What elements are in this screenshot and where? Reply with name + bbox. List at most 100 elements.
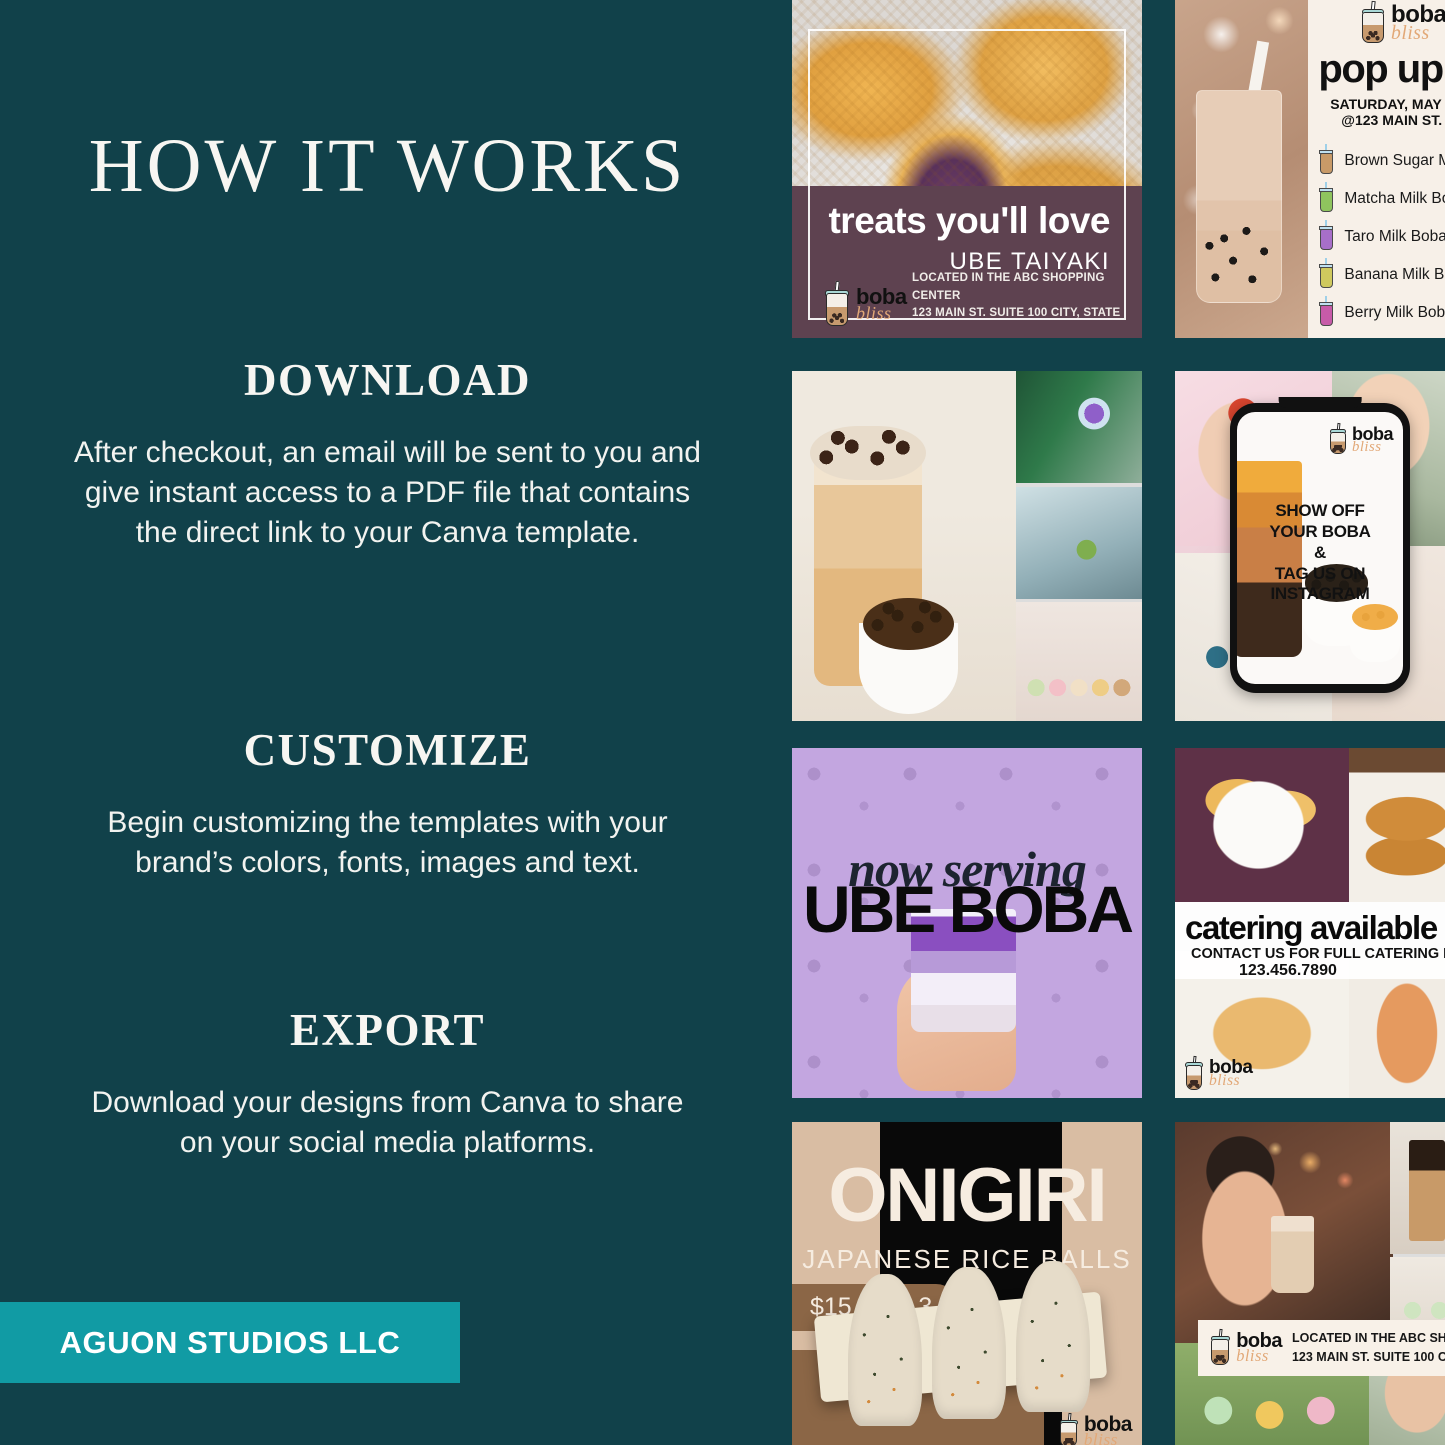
popup-title: pop up menu — [1318, 47, 1445, 91]
catering-phone: 123.456.7890 — [1239, 961, 1337, 979]
menu-item-label: Banana Milk Boba — [1344, 266, 1445, 283]
instagram-copy-line2: YOUR BOBA — [1269, 522, 1371, 542]
lifestyle-address: LOCATED IN THE ABC SHOPPING CENTER 123 M… — [1292, 1329, 1445, 1367]
collage-thumb-matcha — [1016, 486, 1142, 599]
popup-drink-photo — [1175, 0, 1308, 338]
boba-cup-icon — [1208, 1328, 1232, 1366]
boba-bliss-logo: boba bliss — [1340, 0, 1445, 43]
catering-photo-skewers — [1349, 748, 1445, 902]
ube-main-headline: UBE BOBA — [802, 872, 1134, 946]
menu-item-label: Berry Milk Boba — [1344, 304, 1445, 321]
popup-menu-panel: boba bliss pop up menu SATURDAY, MAY 5 @… — [1308, 0, 1445, 338]
menu-cup-icon — [1318, 144, 1334, 174]
taiyaki-address-line2: 123 MAIN ST. SUITE 100 CITY, STATE — [912, 306, 1121, 319]
instagram-copy-line3: & — [1314, 542, 1326, 562]
section-heading-download: DOWNLOAD — [243, 355, 531, 405]
card-ube-boba: now serving UBE BOBA — [792, 748, 1142, 1098]
collage-thumb-taro — [1016, 371, 1142, 483]
phone-mockup: boba bliss SHOW OFF YOUR BOBA & TAG US O… — [1230, 396, 1410, 693]
instagram-popping-boba-bowl — [1349, 603, 1400, 663]
lifestyle-address-band: boba bliss LOCATED IN THE ABC SHOPPING C… — [1198, 1320, 1445, 1377]
onigiri-rice-ball — [848, 1273, 922, 1426]
menu-item-label: Matcha Milk Boba — [1344, 190, 1445, 207]
menu-item: Matcha Milk Boba — [1318, 180, 1445, 218]
boba-wordmark: boba bliss — [1236, 1331, 1282, 1364]
section-export: EXPORT Download your designs from Canva … — [0, 1008, 775, 1163]
card-catering: catering available CONTACT US FOR FULL C… — [1175, 748, 1445, 1098]
card-onigiri: ONIGIRI JAPANESE RICE BALLS $15 FOR 3 bo… — [792, 1122, 1142, 1445]
lifestyle-drink-cup — [1270, 1216, 1315, 1293]
menu-cup-icon — [1318, 182, 1334, 212]
section-body-download: After checkout, an email will be sent to… — [73, 436, 701, 549]
popup-location: @123 MAIN ST. — [1341, 112, 1443, 128]
taiyaki-address: LOCATED IN THE ABC SHOPPING CENTER 123 M… — [912, 270, 1142, 322]
catering-title: catering available — [1185, 909, 1438, 946]
section-body-customize: Begin customizing the templates with you… — [107, 806, 668, 879]
menu-item-label: Taro Milk Boba — [1344, 228, 1445, 245]
boba-wordmark: boba bliss — [1209, 1058, 1253, 1089]
card-popup-menu: boba bliss pop up menu SATURDAY, MAY 5 @… — [1175, 0, 1445, 338]
boba-bliss-logo: boba bliss — [1183, 1055, 1253, 1090]
boba-cup-icon — [1058, 1413, 1080, 1445]
taiyaki-headline: treats you'll love — [828, 200, 1110, 241]
catering-subtitle: CONTACT US FOR FULL CATERING MENU — [1191, 945, 1445, 962]
onigiri-rice-ball — [932, 1267, 1006, 1419]
onigiri-title: ONIGIRI — [828, 1153, 1107, 1238]
boba-wordmark: boba bliss — [856, 286, 907, 322]
menu-item: Banana Milk Boba — [1318, 256, 1445, 294]
card-boba-collage: boba bliss — [792, 371, 1142, 721]
brand-badge: AGUON STUDIOS LLC — [0, 1302, 460, 1383]
lifestyle-photo-topright — [1389, 1122, 1445, 1254]
menu-cup-icon — [1318, 296, 1334, 326]
template-preview-grid: treats you'll love UBE TAIYAKI boba blis… — [775, 0, 1445, 1445]
boba-cup-icon — [1183, 1055, 1205, 1090]
poster-canvas: HOW IT WORKS DOWNLOAD After checkout, an… — [0, 0, 1445, 1445]
instagram-copy-line1: SHOW OFF — [1275, 501, 1365, 521]
boba-bliss-logo: boba bliss — [1208, 1328, 1282, 1366]
boba-cup-icon — [1328, 423, 1348, 455]
menu-item: Brown Sugar Milk Boba — [1318, 142, 1445, 180]
collage-thumb-flight — [1016, 602, 1142, 721]
menu-item: Berry Milk Boba — [1318, 294, 1445, 332]
section-customize: CUSTOMIZE Begin customizing the template… — [0, 728, 775, 883]
card-instagram-promo: boba bliss SHOW OFF YOUR BOBA & TAG US O… — [1175, 371, 1445, 721]
boba-wordmark: boba bliss — [1352, 425, 1394, 455]
boba-cup-icon — [822, 281, 852, 326]
phone-screen: boba bliss SHOW OFF YOUR BOBA & TAG US O… — [1237, 411, 1403, 684]
collage-boba-bowl — [859, 597, 958, 714]
instagram-copy-line4: TAG US ON — [1274, 563, 1366, 583]
taiyaki-address-line1: LOCATED IN THE ABC SHOPPING CENTER — [912, 272, 1105, 302]
menu-item: Taro Milk Boba — [1318, 218, 1445, 256]
boba-wordmark: boba bliss — [1084, 1414, 1133, 1445]
popup-menu-list: Brown Sugar Milk Boba Matcha Milk Boba T… — [1318, 142, 1445, 332]
section-heading-customize: CUSTOMIZE — [243, 725, 532, 775]
instagram-copy-line5: INSTAGRAM — [1270, 584, 1370, 604]
collage-right-column — [1016, 371, 1142, 721]
popup-date: SATURDAY, MAY 5 — [1330, 96, 1445, 112]
lifestyle-main-photo — [1175, 1122, 1393, 1347]
onigiri-rice-ball — [1016, 1260, 1090, 1413]
section-heading-export: EXPORT — [290, 1005, 485, 1055]
catering-photo-taiyaki — [1175, 748, 1349, 902]
section-download: DOWNLOAD After checkout, an email will b… — [0, 358, 775, 553]
collage-main-photo — [792, 371, 1016, 721]
boba-bliss-logo: boba bliss — [1328, 423, 1394, 455]
boba-bliss-logo: boba bliss — [1058, 1413, 1133, 1445]
lifestyle-address-line1: LOCATED IN THE ABC SHOPPING CENTER — [1291, 1331, 1445, 1346]
menu-cup-icon — [1318, 258, 1334, 288]
popup-boba-cup — [1196, 89, 1282, 304]
boba-cup-icon — [1359, 0, 1387, 43]
card-lifestyle-location: boba bliss LOCATED IN THE ABC SHOPPING C… — [1175, 1122, 1445, 1445]
page-title: HOW IT WORKS — [88, 124, 687, 208]
boba-wordmark: boba bliss — [1391, 2, 1445, 43]
menu-cup-icon — [1318, 220, 1334, 250]
brand-badge-label: AGUON STUDIOS LLC — [59, 1324, 401, 1360]
instagram-copy: SHOW OFF YOUR BOBA & TAG US ON INSTAGRAM — [1237, 501, 1403, 605]
card-treats-taiyaki: treats you'll love UBE TAIYAKI boba blis… — [792, 0, 1142, 338]
lifestyle-address-line2: 123 MAIN ST. SUITE 100 CITY, STATE — [1291, 1350, 1445, 1365]
left-info-panel: HOW IT WORKS DOWNLOAD After checkout, an… — [0, 0, 775, 1445]
phone-notch — [1278, 396, 1362, 408]
section-body-export: Download your designs from Canva to shar… — [91, 1086, 684, 1159]
menu-item-label: Brown Sugar Milk Boba — [1344, 152, 1445, 169]
boba-bliss-logo: boba bliss — [822, 281, 907, 326]
